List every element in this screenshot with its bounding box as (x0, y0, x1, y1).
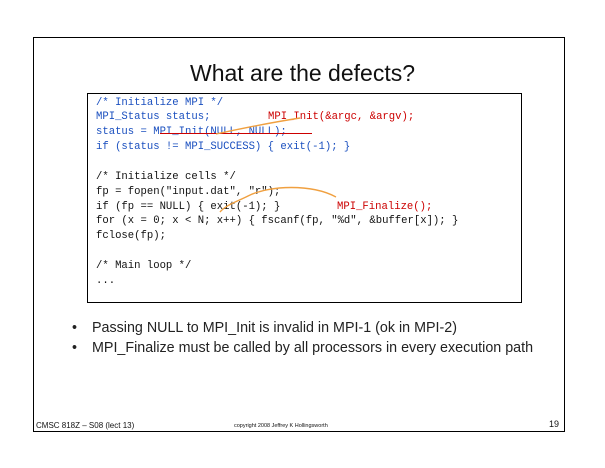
code-line-status-decl: MPI_Status status; (96, 111, 211, 123)
annotation-mpi-init-fix: MPI_Init(&argc, &argv); (268, 111, 415, 123)
bullet-item: • MPI_Finalize must be called by all pro… (72, 339, 542, 357)
code-line-ellipsis: ... (96, 275, 116, 287)
code-line-for-fscanf: for (x = 0; x < N; x++) { fscanf(fp, "%d… (96, 215, 459, 227)
footer-page-number: 19 (549, 419, 560, 429)
bullet-list: • Passing NULL to MPI_Init is invalid in… (72, 319, 542, 359)
bullet-marker: • (72, 340, 78, 356)
code-line-comment-main-loop: /* Main loop */ (96, 260, 192, 272)
strikethrough-mark (160, 133, 312, 134)
footer-course: CMSC 818Z – S08 (lect 13) (36, 421, 135, 430)
code-line-fp-check: if (fp == NULL) { exit(-1); } (96, 201, 281, 213)
bullet-text-finalize: MPI_Finalize must be called by all proce… (92, 340, 534, 356)
code-line-comment-init-mpi: /* Initialize MPI */ (96, 97, 224, 109)
code-line-fclose: fclose(fp); (96, 230, 166, 242)
slide-title: What are the defects? (189, 60, 415, 86)
code-line-comment-init-cells: /* Initialize cells */ (96, 171, 236, 183)
annotation-mpi-finalize: MPI_Finalize(); (337, 201, 433, 213)
bullet-marker: • (72, 320, 78, 336)
code-line-fopen: fp = fopen("input.dat", "r"); (96, 186, 281, 198)
bullet-text-null-init: Passing NULL to MPI_Init is invalid in M… (92, 320, 457, 336)
footer-copyright: copyright 2008 Jeffrey K Hollingsworth (234, 423, 328, 429)
bullet-item: • Passing NULL to MPI_Init is invalid in… (72, 319, 542, 337)
code-line-status-check: if (status != MPI_SUCCESS) { exit(-1); } (96, 141, 351, 153)
